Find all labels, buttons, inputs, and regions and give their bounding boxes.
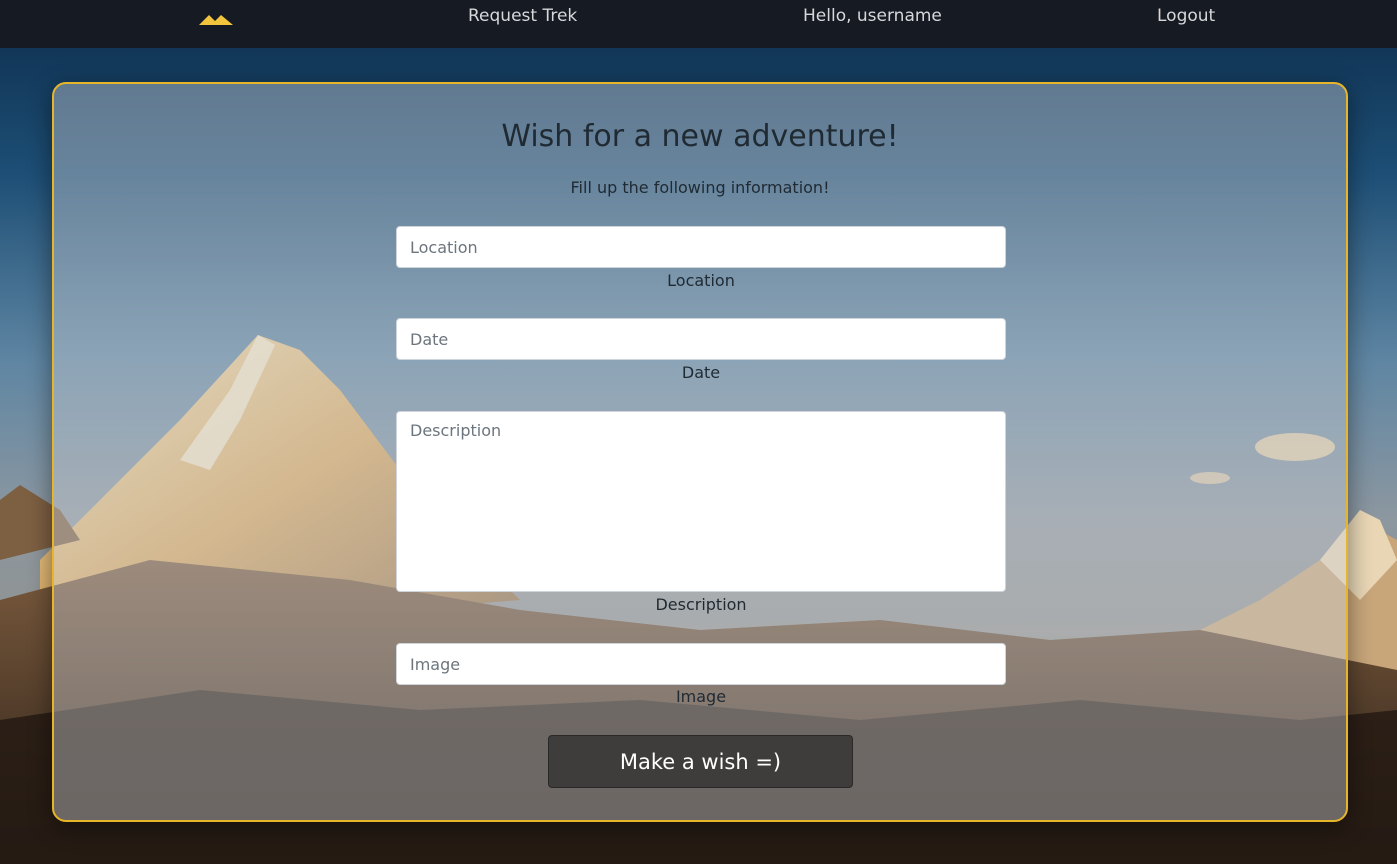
form-subtitle: Fill up the following information!: [570, 178, 830, 197]
top-navbar: Request Trek Hello, username Logout: [0, 0, 1397, 48]
description-textarea[interactable]: [396, 411, 1006, 592]
nav-request-trek-link[interactable]: Request Trek: [468, 5, 577, 27]
image-input[interactable]: [396, 643, 1006, 685]
description-label: Description: [655, 595, 747, 614]
date-input[interactable]: [396, 318, 1006, 360]
mountain-logo-icon: [199, 15, 233, 25]
brand-logo-link[interactable]: [197, 9, 237, 29]
image-label: Image: [675, 687, 727, 706]
wish-form-card: Wish for a new adventure! Fill up the fo…: [52, 82, 1348, 822]
nav-logout-link[interactable]: Logout: [1157, 5, 1215, 27]
location-label: Location: [667, 271, 735, 290]
make-a-wish-button[interactable]: Make a wish =): [548, 735, 853, 788]
location-input[interactable]: [396, 226, 1006, 268]
date-label: Date: [681, 363, 721, 382]
page-title: Wish for a new adventure!: [501, 119, 899, 154]
user-greeting: Hello, username: [803, 6, 942, 26]
